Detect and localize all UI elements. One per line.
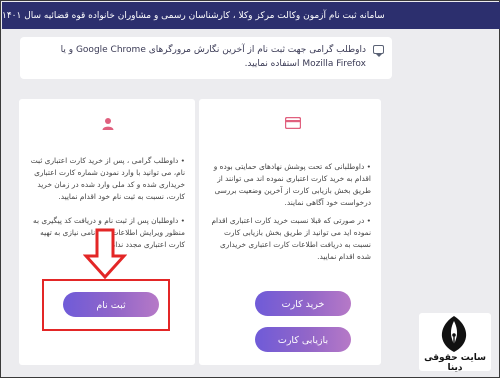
highlight-box	[42, 279, 170, 331]
purchase-card: • داوطلبانی که تحت پوشش نهادهای حمایتی ب…	[199, 99, 381, 365]
purchase-paragraph-2: • در صورتی که قبلا نسبت خرید کارت اعتبار…	[211, 216, 371, 261]
notice-text: داوطلب گرامی جهت ثبت نام از آخرین نگارش …	[60, 45, 366, 69]
browser-notice: داوطلب گرامی جهت ثبت نام از آخرین نگارش …	[20, 37, 392, 79]
header-bar: سامانه ثبت نام آزمون وکالت مرکز وکلا ، ک…	[2, 2, 500, 29]
buy-card-button[interactable]: خرید کارت	[255, 291, 351, 316]
message-icon	[373, 45, 384, 57]
pen-nib-icon	[441, 316, 467, 352]
purchase-paragraph-1: • داوطلبانی که تحت پوشش نهادهای حمایتی ب…	[213, 162, 371, 207]
recover-card-button[interactable]: بازیابی کارت	[255, 327, 351, 352]
user-icon	[102, 118, 114, 130]
credit-card-icon	[285, 117, 301, 129]
watermark-text: سایت حقوقی دینا	[424, 353, 486, 373]
header-title: سامانه ثبت نام آزمون وکالت مرکز وکلا ، ک…	[2, 10, 385, 21]
page-frame: سامانه ثبت نام آزمون وکالت مرکز وکلا ، ک…	[0, 0, 500, 378]
down-arrow-icon	[83, 228, 127, 280]
register-paragraph-1: • داوطلب گرامی ، پس از خرید کارت اعتباری…	[30, 156, 185, 201]
watermark-logo: سایت حقوقی دینا	[419, 313, 491, 373]
